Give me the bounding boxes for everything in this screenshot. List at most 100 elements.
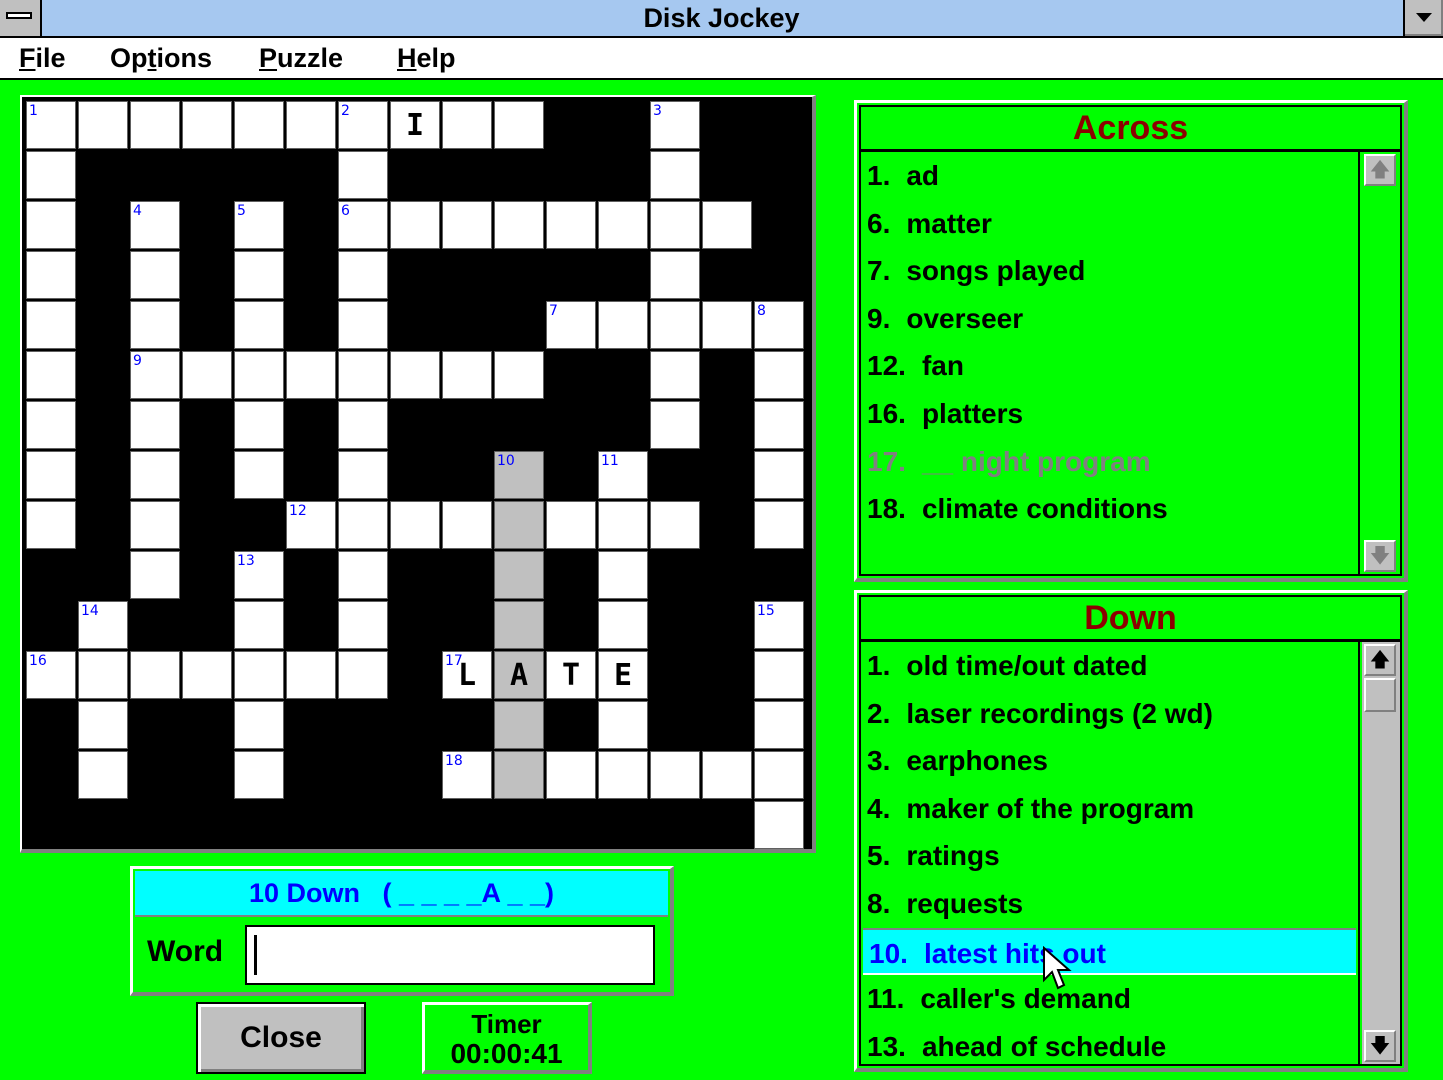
grid-cell[interactable]: 18 (442, 751, 492, 799)
grid-cell[interactable] (234, 601, 284, 649)
grid-cell[interactable] (338, 251, 388, 299)
grid-cell[interactable] (494, 351, 544, 399)
grid-cell[interactable] (338, 501, 388, 549)
across-clue-item[interactable]: 16. platters (861, 390, 1358, 438)
grid-cell[interactable] (754, 801, 804, 849)
grid-cell-highlighted[interactable] (494, 751, 544, 799)
grid-cell[interactable] (26, 351, 76, 399)
across-scroll-down-button[interactable]: 🡇 (1364, 540, 1396, 572)
menu-help[interactable]: Help (397, 38, 456, 78)
grid-cell[interactable] (234, 751, 284, 799)
grid-cell[interactable] (338, 651, 388, 699)
grid-cell[interactable]: 6 (338, 201, 388, 249)
down-clue-item[interactable]: 4. maker of the program (861, 785, 1358, 833)
down-scrollbar[interactable]: 🡅 🡇 (1362, 642, 1400, 1064)
down-scroll-thumb[interactable] (1364, 678, 1396, 712)
grid-cell[interactable] (78, 701, 128, 749)
grid-cell[interactable] (442, 501, 492, 549)
across-scrollbar[interactable]: 🡅 🡇 (1362, 152, 1400, 574)
grid-cell[interactable] (390, 501, 440, 549)
grid-cell[interactable] (234, 701, 284, 749)
grid-cell[interactable] (702, 201, 752, 249)
grid-cell[interactable] (338, 401, 388, 449)
grid-cell[interactable] (338, 301, 388, 349)
grid-cell[interactable] (754, 701, 804, 749)
grid-cell[interactable] (182, 101, 232, 149)
grid-cell[interactable] (26, 501, 76, 549)
grid-cell[interactable] (650, 351, 700, 399)
grid-cell[interactable] (234, 651, 284, 699)
menu-options[interactable]: Options (110, 38, 212, 78)
grid-cell[interactable]: T (546, 651, 596, 699)
across-clue-item[interactable]: 17. __ night program (861, 438, 1358, 486)
grid-cell-highlighted[interactable]: A (494, 651, 544, 699)
minimize-button[interactable] (1403, 0, 1443, 36)
across-clue-item[interactable]: 18. climate conditions (861, 485, 1358, 533)
grid-cell[interactable]: 9 (130, 351, 180, 399)
grid-cell[interactable] (130, 251, 180, 299)
grid-cell[interactable]: 16 (26, 651, 76, 699)
grid-cell[interactable] (754, 751, 804, 799)
grid-cell[interactable] (598, 301, 648, 349)
grid-cell[interactable] (182, 651, 232, 699)
grid-cell[interactable]: 5 (234, 201, 284, 249)
grid-cell[interactable] (26, 451, 76, 499)
down-scroll-down-button[interactable]: 🡇 (1364, 1030, 1396, 1062)
grid-cell-highlighted[interactable] (494, 501, 544, 549)
grid-cell[interactable] (130, 451, 180, 499)
grid-cell[interactable]: 11 (598, 451, 648, 499)
grid-cell[interactable] (598, 751, 648, 799)
grid-cell[interactable] (130, 551, 180, 599)
grid-cell[interactable] (598, 201, 648, 249)
grid-cell[interactable] (130, 501, 180, 549)
grid-cell[interactable] (78, 751, 128, 799)
grid-cell[interactable] (78, 651, 128, 699)
grid-cell[interactable] (598, 701, 648, 749)
down-clue-item[interactable]: 3. earphones (861, 737, 1358, 785)
grid-cell[interactable] (130, 301, 180, 349)
menu-file[interactable]: File (19, 38, 66, 78)
grid-cell[interactable] (442, 101, 492, 149)
grid-cell[interactable] (130, 651, 180, 699)
grid-cell[interactable] (494, 201, 544, 249)
grid-cell-highlighted[interactable] (494, 551, 544, 599)
grid-cell[interactable]: 8 (754, 301, 804, 349)
menu-puzzle[interactable]: Puzzle (259, 38, 343, 78)
grid-cell[interactable] (286, 101, 336, 149)
grid-cell[interactable] (338, 151, 388, 199)
grid-cell[interactable] (754, 501, 804, 549)
down-clue-item[interactable]: 5. ratings (861, 832, 1358, 880)
grid-cell[interactable]: 12 (286, 501, 336, 549)
grid-cell[interactable] (754, 401, 804, 449)
down-clue-item[interactable]: 8. requests (861, 880, 1358, 928)
grid-cell[interactable] (130, 101, 180, 149)
across-clue-list[interactable]: 1. ad 6. matter 7. songs played 9. overseer 12. f… (861, 152, 1360, 574)
down-clue-item[interactable]: 1. old time/out dated (861, 642, 1358, 690)
grid-cell[interactable] (234, 451, 284, 499)
grid-cell[interactable] (286, 651, 336, 699)
close-button[interactable]: Close (196, 1002, 366, 1074)
grid-cell[interactable]: 1 (26, 101, 76, 149)
grid-cell[interactable] (598, 501, 648, 549)
grid-cell[interactable]: E (598, 651, 648, 699)
grid-cell[interactable] (338, 351, 388, 399)
down-clue-list[interactable]: 1. old time/out dated 2. laser recordings (… (861, 642, 1360, 1064)
grid-cell[interactable] (650, 301, 700, 349)
grid-cell-highlighted[interactable] (494, 701, 544, 749)
grid-cell[interactable] (546, 201, 596, 249)
down-clue-item[interactable]: 10. latest hits out (863, 927, 1356, 976)
grid-cell-highlighted[interactable]: 10 (494, 451, 544, 499)
grid-cell[interactable] (26, 401, 76, 449)
grid-cell[interactable] (442, 351, 492, 399)
down-scroll-up-button[interactable]: 🡅 (1364, 644, 1396, 676)
grid-cell[interactable]: 4 (130, 201, 180, 249)
grid-cell[interactable] (546, 751, 596, 799)
grid-cell[interactable] (650, 401, 700, 449)
grid-cell[interactable]: 13 (234, 551, 284, 599)
across-clue-item[interactable]: 12. fan (861, 342, 1358, 390)
across-clue-item[interactable]: 6. matter (861, 200, 1358, 248)
grid-cell-highlighted[interactable] (494, 601, 544, 649)
grid-cell[interactable]: 3 (650, 101, 700, 149)
grid-cell[interactable] (598, 601, 648, 649)
grid-cell[interactable]: 15 (754, 601, 804, 649)
